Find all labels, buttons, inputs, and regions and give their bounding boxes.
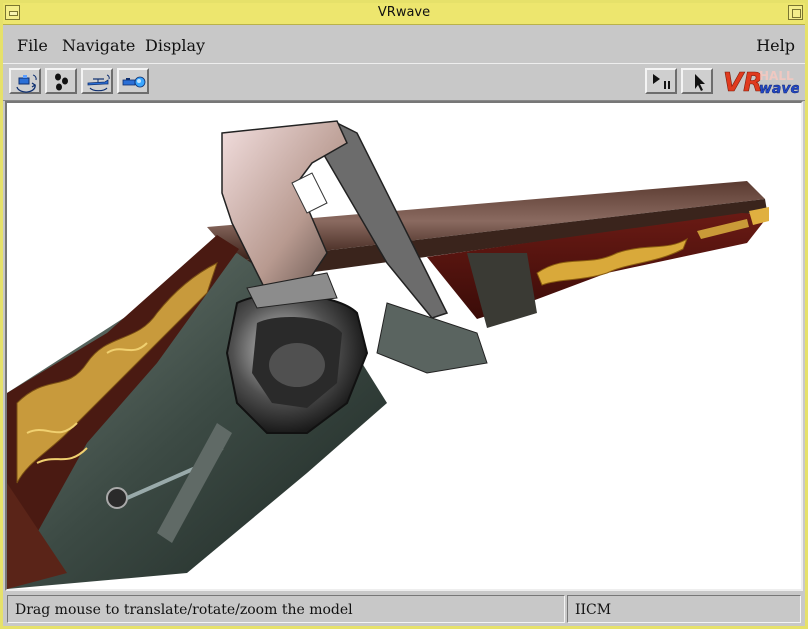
status-message: Drag mouse to translate/rotate/zoom the … — [7, 595, 565, 623]
pointer-mode-button[interactable] — [681, 68, 713, 94]
toolbar: VR HALL wave — [3, 63, 805, 101]
vrwave-window: VRwave File Navigate Display Help VR HAL… — [0, 0, 808, 629]
status-organization: IICM — [567, 595, 801, 623]
fly-to-navigation-icon — [122, 76, 146, 88]
3d-scene-render — [7, 120, 769, 589]
fly-navigation-icon — [87, 74, 110, 92]
window-title: VRwave — [377, 5, 431, 20]
flip-mode-button[interactable] — [9, 68, 41, 94]
fly-mode-button[interactable] — [81, 68, 113, 94]
walk-navigation-icon — [55, 73, 68, 91]
status-bar: Drag mouse to translate/rotate/zoom the … — [3, 593, 805, 626]
animation-toggle-button[interactable] — [645, 68, 677, 94]
svg-text:wave: wave — [759, 81, 799, 97]
menu-display[interactable]: Display — [145, 36, 205, 55]
pointer-arrow-icon — [695, 74, 705, 91]
svg-text:VR: VR — [723, 68, 763, 98]
menu-navigate[interactable]: Navigate — [62, 36, 135, 55]
menu-bar: File Navigate Display Help — [3, 25, 805, 63]
vrwave-logo: VR HALL wave — [723, 66, 801, 99]
play-pause-icon — [653, 74, 670, 89]
title-bar[interactable]: VRwave — [3, 3, 805, 25]
3d-viewport[interactable] — [5, 101, 803, 591]
flip-navigation-icon — [16, 74, 37, 93]
menu-file[interactable]: File — [17, 36, 48, 55]
walk-mode-button[interactable] — [45, 68, 77, 94]
maximize-button[interactable] — [788, 5, 803, 20]
menu-help[interactable]: Help — [756, 36, 795, 55]
flyto-mode-button[interactable] — [117, 68, 149, 94]
